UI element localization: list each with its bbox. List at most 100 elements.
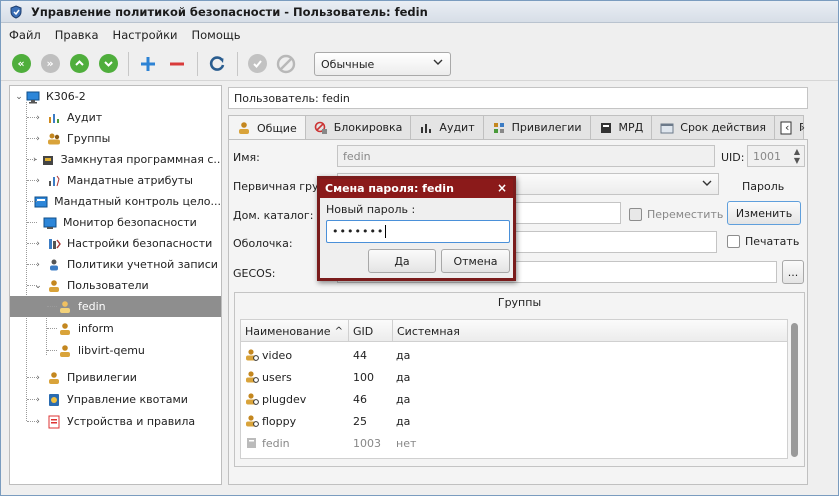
- tree-item-security-settings[interactable]: › Настройки безопасности: [10, 233, 221, 254]
- remove-icon: [170, 62, 184, 65]
- tree-item-groups[interactable]: › Группы: [10, 128, 221, 149]
- apply-icon: [247, 54, 267, 73]
- tree-item-devices[interactable]: › Устройства и правила: [10, 411, 221, 432]
- security-settings-icon: [47, 237, 61, 251]
- menu-settings[interactable]: Настройки: [113, 28, 178, 42]
- mode-select[interactable]: Обычные: [314, 52, 451, 76]
- table-row[interactable]: plugdev 46 да: [241, 388, 787, 410]
- computer-icon: [26, 90, 40, 104]
- tab-label: Аудит: [439, 121, 475, 134]
- up-button[interactable]: [67, 52, 91, 76]
- cell-name: video: [262, 348, 293, 362]
- window-title: Управление политикой безопасности - Поль…: [31, 4, 428, 19]
- tree-item-root[interactable]: ⌄ К306-2: [10, 86, 221, 107]
- tab-mrd[interactable]: МРД: [589, 115, 653, 139]
- tree-item-mandatory-attr[interactable]: › Мандатные атрибуты: [10, 170, 221, 191]
- tab-lock[interactable]: Блокировка: [304, 115, 412, 139]
- tab-audit[interactable]: Аудит: [410, 115, 484, 139]
- move-checkbox[interactable]: Переместить: [629, 208, 723, 221]
- close-icon[interactable]: ×: [497, 181, 507, 195]
- audit-icon: [47, 111, 61, 125]
- change-password-dialog: Смена пароля: fedin × Новый пароль : •••…: [317, 176, 516, 281]
- column-header-name[interactable]: Наименование ^: [241, 320, 349, 342]
- menu-edit[interactable]: Правка: [55, 28, 99, 42]
- uid-spinbox[interactable]: 1001 ▲ ▼: [747, 145, 805, 167]
- spin-arrows-icon[interactable]: ▲ ▼: [794, 147, 800, 165]
- sort-asc-icon: ^: [334, 325, 343, 337]
- tree-item-privileges[interactable]: › Привилегии: [10, 367, 221, 388]
- column-header-system[interactable]: Системная: [393, 320, 789, 342]
- tree-line: [27, 180, 37, 181]
- menu-file[interactable]: Файл: [9, 28, 41, 42]
- tree-item-monitor[interactable]: Монитор безопасности: [10, 212, 221, 233]
- user-icon: [237, 121, 251, 135]
- down-button[interactable]: [96, 52, 120, 76]
- table-row[interactable]: fedin 1003 нет: [241, 432, 787, 454]
- tree-item-user-fedin[interactable]: fedin: [10, 296, 221, 317]
- cancel-icon: [276, 54, 296, 73]
- print-checkbox[interactable]: Печатать: [727, 235, 799, 248]
- chevron-right-icon[interactable]: ›: [801, 121, 805, 134]
- devices-icon: [47, 415, 61, 429]
- tree-item-account-policy[interactable]: › Политики учетной записи: [10, 254, 221, 275]
- remove-button[interactable]: [165, 52, 189, 76]
- tree-item-quota[interactable]: › Управление квотами: [10, 389, 221, 410]
- column-label: Наименование: [245, 324, 331, 338]
- chevron-left-icon[interactable]: ‹: [785, 121, 789, 134]
- up-icon: [69, 54, 89, 73]
- tree-label: libvirt-qemu: [78, 344, 145, 357]
- group-icon: [245, 388, 259, 410]
- table-row[interactable]: video 44 да: [241, 344, 787, 366]
- tree-item-user-inform[interactable]: inform: [10, 318, 221, 339]
- tree-item-users[interactable]: ⌄ Пользователи: [10, 275, 221, 296]
- tree-label: inform: [78, 322, 114, 335]
- tab-label: Срок действия: [680, 121, 767, 134]
- tab-privileges[interactable]: Привилегии: [482, 115, 591, 139]
- calendar-icon: [660, 121, 674, 135]
- group-icon: [245, 366, 259, 388]
- cancel-button[interactable]: Отмена: [441, 249, 510, 273]
- tree-item-integrity[interactable]: Мандатный контроль цело...: [10, 191, 221, 212]
- tree-line: [27, 243, 37, 244]
- cell-gid: 46: [353, 392, 367, 406]
- privileges-icon: [492, 121, 506, 135]
- add-button[interactable]: [136, 52, 160, 76]
- column-header-gid[interactable]: GID: [349, 320, 393, 342]
- column-label: GID: [353, 324, 374, 338]
- tree-label: fedin: [78, 300, 106, 313]
- tree-item-closed-env[interactable]: › Замкнутая программная с...: [10, 149, 221, 170]
- refresh-button[interactable]: [205, 52, 229, 76]
- tree-label: Пользователи: [67, 279, 149, 292]
- gecos-browse-button[interactable]: ...: [782, 260, 804, 284]
- tab-expiry[interactable]: Срок действия: [651, 115, 776, 139]
- table-row[interactable]: floppy 25 да: [241, 410, 787, 432]
- tree-item-audit[interactable]: › Аудит: [10, 107, 221, 128]
- cancel-toolbar-button[interactable]: [274, 52, 298, 76]
- last-button[interactable]: »: [38, 52, 62, 76]
- table-row[interactable]: users 100 да: [241, 366, 787, 388]
- first-button[interactable]: «: [9, 52, 33, 76]
- collapse-icon[interactable]: ⌄: [14, 92, 24, 102]
- dialog-title: Смена пароля: fedin: [325, 182, 454, 195]
- ok-button[interactable]: Да: [368, 249, 436, 273]
- closed-env-icon: [41, 153, 55, 167]
- groups-scrollbar[interactable]: [791, 323, 798, 457]
- dialog-title-bar: Смена пароля: fedin ×: [320, 179, 513, 198]
- gecos-label: GECOS:: [233, 267, 276, 280]
- tree-label: Монитор безопасности: [63, 216, 197, 229]
- name-value: fedin: [343, 149, 371, 163]
- menu-help[interactable]: Помощь: [192, 28, 241, 42]
- last-icon: »: [40, 54, 60, 73]
- groups-icon: [47, 132, 61, 146]
- tree-line: [27, 399, 37, 400]
- change-password-button[interactable]: Изменить: [727, 201, 801, 225]
- add-icon: [141, 56, 155, 71]
- new-password-input[interactable]: •••••••: [326, 220, 510, 243]
- user-header-text: Пользователь: fedin: [234, 91, 350, 105]
- tree-item-user-libvirt[interactable]: libvirt-qemu: [10, 340, 221, 361]
- tab-general[interactable]: Общие: [228, 115, 306, 140]
- print-label: Печатать: [745, 235, 800, 248]
- lock-icon: [314, 121, 328, 135]
- apply-button[interactable]: [245, 52, 269, 76]
- groups-section: Группы Наименование ^ GID Системная vide…: [234, 292, 805, 467]
